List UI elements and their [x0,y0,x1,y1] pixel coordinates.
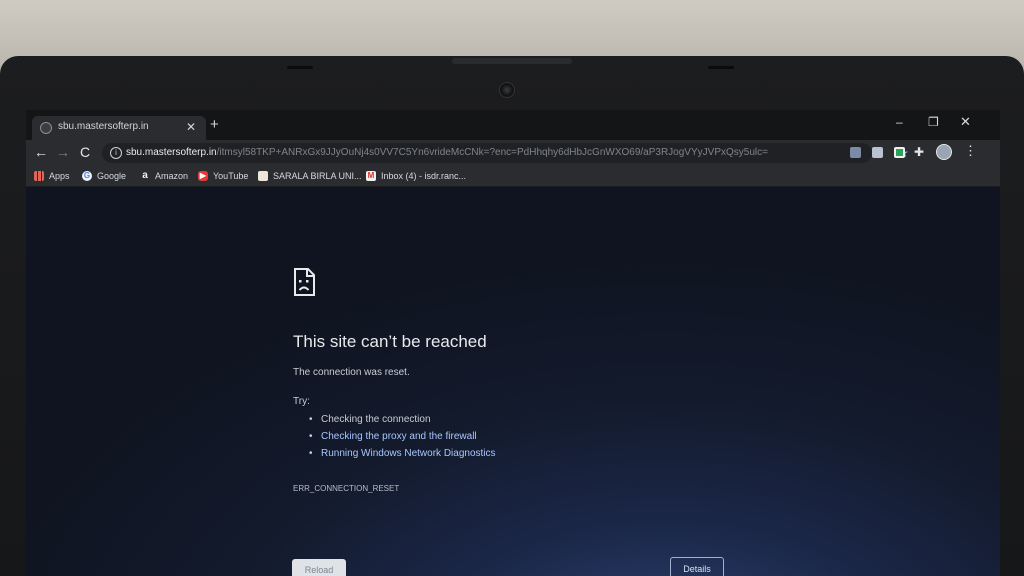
suggestion-link-diagnostics[interactable]: Running Windows Network Diagnostics [321,448,496,459]
suggestion-link-proxy[interactable]: Checking the proxy and the firewall [321,431,477,442]
close-icon[interactable]: ✕ [186,120,196,134]
extension-icon[interactable] [894,147,905,158]
bookmark-label: Google [97,171,127,181]
kebab-menu-icon[interactable]: ⋮ [964,143,977,159]
bookmark-apps[interactable]: Apps [34,169,70,183]
laptop-screen: sbu.mastersofterp.in ✕ + – ❐ ✕ ← → C i s… [26,110,1000,576]
extensions-puzzle-icon[interactable]: ✚ [914,145,924,159]
new-tab-button[interactable]: + [210,117,219,132]
error-title: This site can’t be reached [293,332,487,351]
sad-page-icon [294,268,315,296]
globe-icon [40,122,52,134]
suggestion-item: Running Windows Network Diagnostics [309,445,496,462]
suggestion-list: Checking the connection Checking the pro… [309,411,496,462]
apps-grid-icon [34,171,44,181]
try-label: Try: [293,396,310,407]
bezel-slot-left [287,66,313,69]
bookmark-label: Amazon [155,171,189,181]
bookmark-youtube[interactable]: ▶ YouTube [198,169,248,183]
bezel-slot-right [708,66,734,69]
restore-button[interactable]: ❐ [928,115,939,129]
error-code: ERR_CONNECTION_RESET [293,484,400,493]
bookmark-inbox[interactable]: M Inbox (4) - isdr.ranc... [366,169,466,183]
reload-button[interactable]: C [80,144,90,160]
address-bar[interactable]: i sbu.mastersofterp.in/itmsyl58TKP+ANRxG… [102,143,909,163]
bezel-notch [452,58,572,64]
tab-strip: sbu.mastersofterp.in ✕ + – ❐ ✕ [26,110,1000,140]
bookmark-label: Inbox (4) - isdr.ranc... [381,171,467,181]
bookmark-label: SARALA BIRLA UNI... [273,171,362,181]
reload-page-button[interactable]: Reload [292,559,346,576]
bookmark-label: YouTube [213,171,249,181]
webcam [499,82,515,98]
error-page: This site can’t be reached The connectio… [26,187,1000,576]
bookmark-sarala-birla[interactable]: SARALA BIRLA UNI... [258,169,362,183]
info-icon[interactable]: i [110,147,122,159]
bookmark-amazon[interactable]: a Amazon [140,169,188,183]
tab-title: sbu.mastersofterp.in [58,121,149,132]
details-button[interactable]: Details [670,557,724,576]
minimize-button[interactable]: – [896,115,903,129]
bookmarks-bar: Apps G Google a Amazon ▶ YouTube SARALA … [26,166,1000,187]
sarala-birla-icon [258,171,268,181]
forward-button[interactable]: → [56,144,70,160]
profile-avatar[interactable] [936,144,952,160]
tab-active[interactable]: sbu.mastersofterp.in ✕ [32,116,206,140]
suggestion-item: Checking the connection [309,411,496,428]
url-text[interactable]: sbu.mastersofterp.in/itmsyl58TKP+ANRxGx9… [126,147,856,158]
back-button[interactable]: ← [34,144,48,160]
bookmark-label: Apps [49,171,70,181]
extension-icon[interactable] [872,147,883,158]
extension-icon[interactable] [850,147,861,158]
gmail-icon: M [366,171,376,181]
amazon-icon: a [142,170,148,181]
window-close-button[interactable]: ✕ [960,115,971,129]
browser-toolbar: ← → C i sbu.mastersofterp.in/itmsyl58TKP… [26,140,1000,166]
youtube-icon: ▶ [198,171,208,181]
url-path: /itmsyl58TKP+ANRxGx9JJyOuNj4s0VV7C5Yn6vr… [216,147,768,158]
suggestion-item: Checking the proxy and the firewall [309,428,496,445]
bookmark-google[interactable]: G Google [82,169,126,183]
google-icon: G [82,171,92,181]
url-host: sbu.mastersofterp.in [126,147,217,158]
error-description: The connection was reset. [293,367,410,378]
